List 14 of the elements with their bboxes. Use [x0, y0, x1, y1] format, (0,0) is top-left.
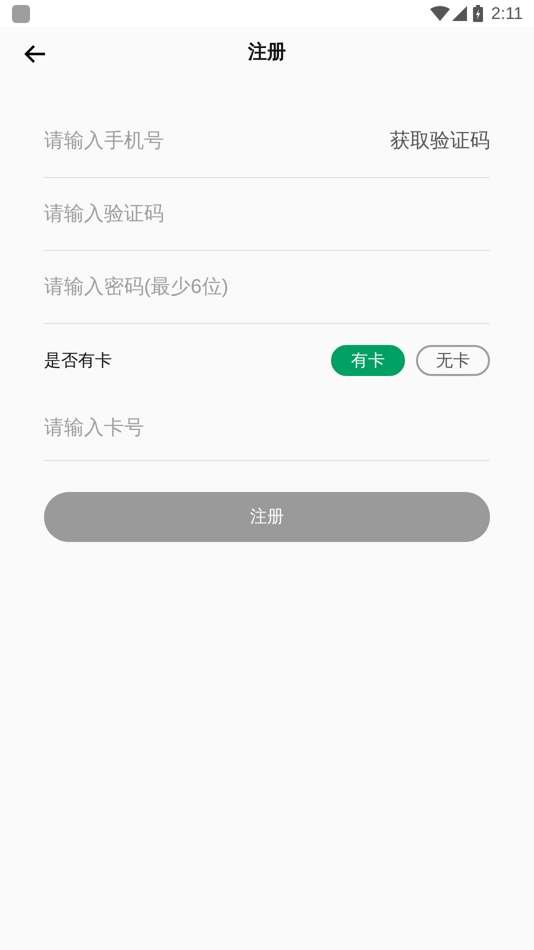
wifi-icon — [430, 6, 450, 21]
password-field[interactable]: 请输入密码(最少6位) — [44, 265, 490, 309]
notification-icon — [12, 4, 30, 22]
phone-field[interactable]: 请输入手机号 — [44, 119, 390, 163]
back-arrow-icon[interactable] — [24, 45, 46, 63]
signal-icon — [452, 6, 468, 21]
card-question-label: 是否有卡 — [44, 350, 112, 372]
get-code-button[interactable]: 获取验证码 — [390, 126, 490, 156]
status-time: 2:11 — [491, 2, 523, 25]
page-title: 注册 — [248, 40, 286, 66]
battery-icon — [473, 5, 484, 22]
card-number-field[interactable]: 请输入卡号 — [44, 406, 490, 450]
card-option-chip[interactable]: 无卡 — [416, 345, 490, 376]
code-field[interactable]: 请输入验证码 — [44, 192, 490, 236]
